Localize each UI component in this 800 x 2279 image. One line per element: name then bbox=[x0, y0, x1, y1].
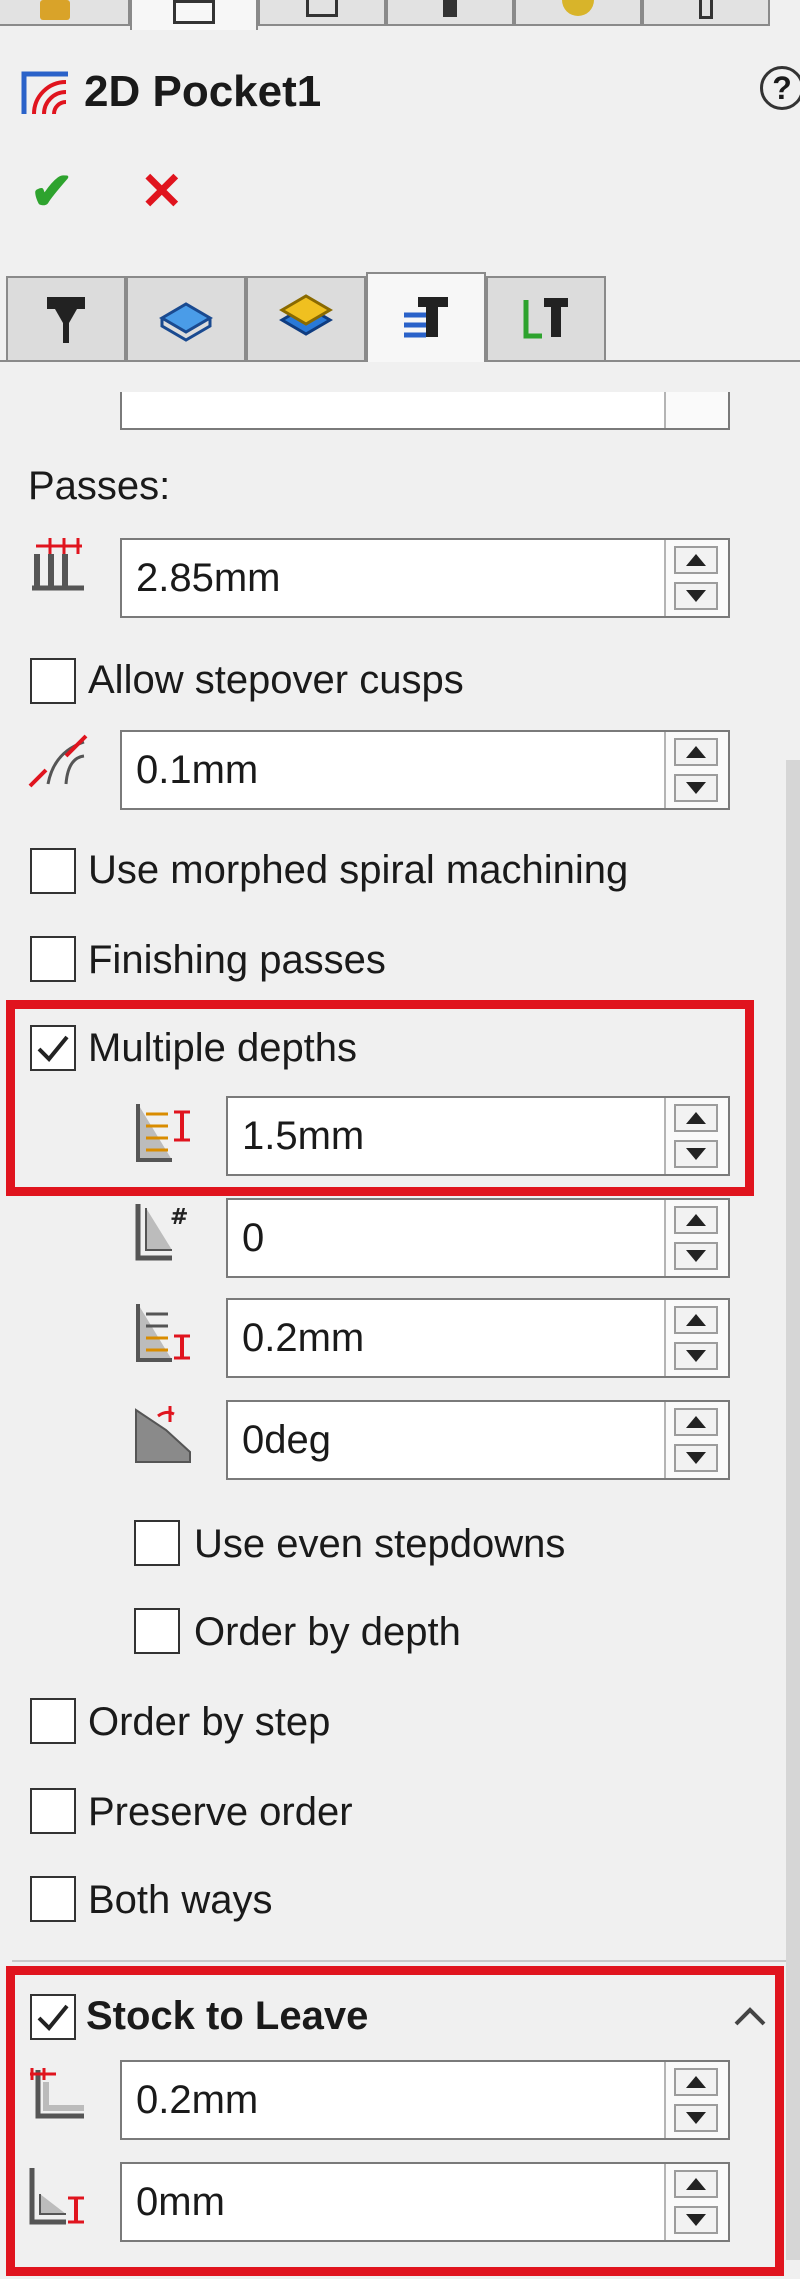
preserve-order-checkbox[interactable] bbox=[30, 1788, 76, 1834]
tab-geometry[interactable] bbox=[246, 276, 366, 362]
flag-icon bbox=[306, 0, 338, 17]
taper-angle-field[interactable]: 0deg bbox=[226, 1400, 730, 1480]
ok-button[interactable]: ✔ bbox=[30, 164, 74, 220]
top-tab-2[interactable] bbox=[130, 0, 258, 30]
top-tab-6[interactable] bbox=[642, 0, 770, 26]
finish-stepdown-icon bbox=[136, 1304, 190, 1362]
top-tab-4[interactable] bbox=[386, 0, 514, 26]
property-icon bbox=[173, 0, 215, 24]
help-button[interactable]: ? bbox=[760, 66, 800, 110]
spin-up-icon[interactable] bbox=[674, 738, 718, 766]
spin-down-icon[interactable] bbox=[674, 1242, 718, 1270]
highlight-stock-to-leave bbox=[6, 1966, 784, 2276]
page-title: 2D Pocket1 bbox=[84, 67, 322, 116]
use-even-stepdowns-label: Use even stepdowns bbox=[194, 1522, 566, 1566]
spin-up-icon[interactable] bbox=[674, 1306, 718, 1334]
geometry-icon bbox=[279, 294, 333, 336]
cusp-height-spinner[interactable] bbox=[664, 732, 728, 808]
use-morphed-spiral-label: Use morphed spiral machining bbox=[88, 848, 629, 892]
svg-text:#: # bbox=[170, 1205, 188, 1230]
tab-stock[interactable] bbox=[126, 276, 246, 362]
taper-angle-spinner[interactable] bbox=[664, 1402, 728, 1478]
finish-stepdowns-spinner[interactable] bbox=[664, 1200, 728, 1276]
section-divider bbox=[12, 1960, 788, 1962]
spin-down-icon[interactable] bbox=[674, 1342, 718, 1370]
order-by-depth-label: Order by depth bbox=[194, 1610, 461, 1654]
allow-stepover-cusps-label: Allow stepover cusps bbox=[88, 658, 464, 702]
taper-angle-icon bbox=[135, 1406, 191, 1463]
top-tab-5[interactable] bbox=[514, 0, 642, 26]
appearance-icon bbox=[562, 0, 594, 16]
tab-passes[interactable] bbox=[366, 272, 486, 362]
spin-down-icon[interactable] bbox=[674, 1444, 718, 1472]
cusp-height-value: 0.1mm bbox=[136, 748, 259, 792]
finish-stepdowns-field[interactable]: 0 bbox=[226, 1198, 730, 1278]
spin-up-icon[interactable] bbox=[674, 1408, 718, 1436]
tool-icon bbox=[47, 297, 85, 343]
stepover-field[interactable]: 2.85mm bbox=[120, 538, 730, 618]
order-by-step-label: Order by step bbox=[88, 1700, 331, 1744]
passes-label: Passes: bbox=[28, 464, 171, 508]
tab-tool[interactable] bbox=[6, 276, 126, 362]
taper-angle-value: 0deg bbox=[242, 1418, 331, 1462]
finish-stepdowns-value: 0 bbox=[242, 1216, 265, 1260]
both-ways-label: Both ways bbox=[88, 1878, 273, 1922]
finish-stepdown-value: 0.2mm bbox=[242, 1316, 365, 1360]
cube-icon bbox=[40, 0, 70, 20]
use-even-stepdowns-checkbox[interactable] bbox=[134, 1520, 180, 1566]
stepover-icon bbox=[32, 538, 84, 591]
top-tab-3[interactable] bbox=[258, 0, 386, 26]
spin-down-icon[interactable] bbox=[674, 582, 718, 610]
use-morphed-spiral-checkbox[interactable] bbox=[30, 848, 76, 894]
linking-icon bbox=[523, 298, 568, 339]
crosshair-icon bbox=[443, 0, 457, 17]
finish-stepdown-spinner[interactable] bbox=[664, 1300, 728, 1376]
both-ways-checkbox[interactable] bbox=[30, 1876, 76, 1922]
order-by-step-checkbox[interactable] bbox=[30, 1698, 76, 1744]
finishing-passes-label: Finishing passes bbox=[88, 938, 386, 982]
previous-field[interactable] bbox=[120, 392, 730, 430]
top-tab-1[interactable] bbox=[0, 0, 130, 26]
spin-down-icon[interactable] bbox=[674, 774, 718, 802]
cancel-button[interactable]: ✕ bbox=[140, 164, 184, 220]
highlight-multiple-depths bbox=[6, 1000, 754, 1196]
stepover-value: 2.85mm bbox=[136, 556, 281, 600]
pocket-feature-icon bbox=[21, 71, 68, 115]
finish-stepdowns-icon: # bbox=[135, 1204, 188, 1261]
cusp-height-field[interactable]: 0.1mm bbox=[120, 730, 730, 810]
allow-stepover-cusps-checkbox[interactable] bbox=[30, 658, 76, 704]
stock-icon bbox=[159, 302, 213, 342]
stepover-spinner[interactable] bbox=[664, 540, 728, 616]
cusp-height-icon bbox=[28, 734, 88, 788]
scrollbar[interactable] bbox=[786, 760, 800, 2260]
order-by-depth-checkbox[interactable] bbox=[134, 1608, 180, 1654]
finishing-passes-checkbox[interactable] bbox=[30, 936, 76, 982]
finish-stepdown-field[interactable]: 0.2mm bbox=[226, 1298, 730, 1378]
pin-icon bbox=[699, 0, 713, 19]
spin-up-icon[interactable] bbox=[674, 1206, 718, 1234]
passes-icon bbox=[404, 297, 448, 338]
spin-up-icon[interactable] bbox=[674, 546, 718, 574]
tab-linking[interactable] bbox=[486, 276, 606, 362]
preserve-order-label: Preserve order bbox=[88, 1790, 353, 1834]
